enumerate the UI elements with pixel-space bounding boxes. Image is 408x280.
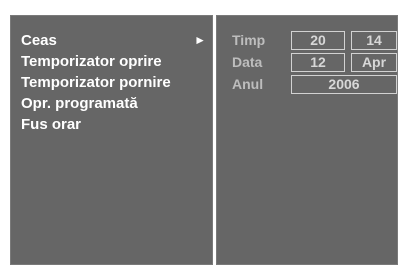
- menu-item-temporizator-oprire[interactable]: Temporizator oprire: [11, 51, 212, 72]
- day-field[interactable]: 12: [291, 53, 345, 72]
- month-field[interactable]: Apr: [351, 53, 397, 72]
- time-label: Timp: [232, 32, 266, 48]
- menu-item-label: Fus orar: [21, 116, 82, 133]
- menu-item-temporizator-pornire[interactable]: Temporizator pornire: [11, 72, 212, 93]
- menu-item-label: Opr. programată: [21, 95, 138, 112]
- menu-item-fus-orar[interactable]: Fus orar: [11, 114, 212, 135]
- year-row: Anul 2006: [217, 75, 397, 94]
- date-row: Data 12 Apr: [217, 53, 397, 72]
- year-label: Anul: [232, 76, 264, 92]
- menu-item-label: Temporizator pornire: [21, 74, 171, 91]
- arrow-right-icon: ►: [194, 33, 206, 47]
- minute-field[interactable]: 14: [351, 31, 397, 50]
- time-row: Timp 20 14: [217, 31, 397, 50]
- menu-item-opr-programata[interactable]: Opr. programată: [11, 93, 212, 114]
- date-label: Data: [232, 54, 263, 70]
- menu-panel: Ceas ► Temporizator oprire Temporizator …: [10, 15, 213, 265]
- menu-list: Ceas ► Temporizator oprire Temporizator …: [11, 30, 212, 135]
- year-field[interactable]: 2006: [291, 75, 397, 94]
- menu-item-label: Temporizator oprire: [21, 53, 162, 70]
- menu-item-label: Ceas: [21, 32, 57, 49]
- hour-field[interactable]: 20: [291, 31, 345, 50]
- menu-item-ceas[interactable]: Ceas ►: [11, 30, 212, 51]
- tv-settings-screen: Ceas ► Temporizator oprire Temporizator …: [0, 0, 408, 280]
- clock-settings-panel: Timp 20 14 Data 12 Apr Anul 2006: [216, 15, 398, 265]
